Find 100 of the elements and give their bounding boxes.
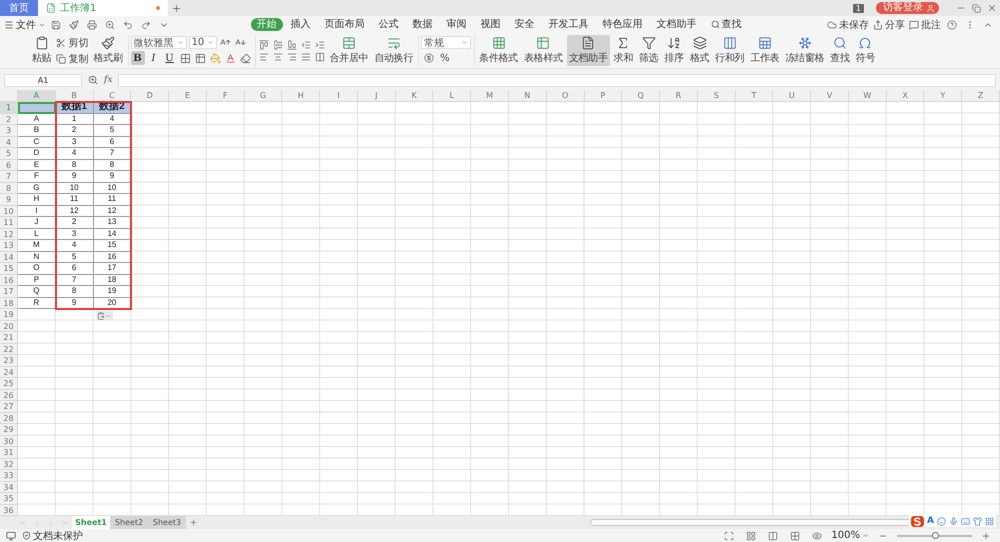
- ribbon-tool-button[interactable]: 行和列: [713, 35, 746, 66]
- document-tab[interactable]: 首页: [0, 0, 38, 16]
- slider-thumb[interactable]: [932, 532, 938, 538]
- sheet-tab[interactable]: Sheet3: [148, 516, 186, 529]
- row-header[interactable]: 28: [0, 412, 18, 424]
- column-header[interactable]: U: [773, 90, 812, 102]
- row-header[interactable]: 20: [0, 320, 18, 332]
- protection-status[interactable]: 文档未保护: [22, 528, 83, 542]
- row-header[interactable]: 12: [0, 228, 18, 240]
- paste-button[interactable]: 粘贴: [30, 35, 54, 66]
- row-header[interactable]: 9: [0, 194, 18, 206]
- row-header[interactable]: 2: [0, 114, 18, 125]
- align-right-button[interactable]: [286, 52, 298, 62]
- ribbon-tool-button[interactable]: 工作表: [748, 35, 782, 66]
- column-header[interactable]: X: [886, 90, 924, 102]
- column-header[interactable]: W: [848, 90, 887, 102]
- row-header[interactable]: 27: [0, 401, 18, 412]
- login-button[interactable]: 访客登录: [876, 2, 939, 14]
- row-header[interactable]: 30: [0, 436, 18, 447]
- outdent-button[interactable]: [300, 40, 312, 50]
- format-painter-button[interactable]: 格式刷: [91, 35, 125, 66]
- row-header[interactable]: 18: [0, 298, 18, 309]
- row-header[interactable]: 21: [0, 332, 18, 344]
- row-header[interactable]: 4: [0, 136, 18, 148]
- zoom-level[interactable]: 100%: [831, 530, 869, 541]
- sheet-tab[interactable]: Sheet1: [72, 516, 110, 529]
- cell-style-button[interactable]: [194, 52, 207, 64]
- row-header[interactable]: 25: [0, 378, 18, 390]
- align-left-button[interactable]: [258, 52, 270, 62]
- cut-button[interactable]: 剪切: [55, 36, 90, 50]
- ribbon-tab[interactable]: 公式: [372, 18, 404, 31]
- toolbar-action[interactable]: 批注: [908, 18, 942, 32]
- row-header[interactable]: 22: [0, 344, 18, 355]
- font-size-field[interactable]: 10: [188, 36, 217, 49]
- column-header[interactable]: Y: [924, 90, 962, 102]
- percent-button[interactable]: %: [439, 51, 451, 65]
- row-header[interactable]: 35: [0, 493, 18, 504]
- file-menu[interactable]: 文件: [4, 18, 46, 32]
- column-header[interactable]: E: [169, 90, 207, 102]
- indent-button[interactable]: [314, 40, 326, 50]
- ribbon-tool-button[interactable]: 筛选: [636, 35, 660, 66]
- column-header[interactable]: N: [508, 90, 547, 102]
- row-header[interactable]: 16: [0, 274, 18, 286]
- toolbar-action[interactable]: 未保存: [826, 18, 870, 32]
- ribbon-tool-button[interactable]: 条件格式: [477, 35, 520, 66]
- ribbon-tool-button[interactable]: 求和: [612, 35, 635, 66]
- ribbon-tool-button[interactable]: 表格样式: [522, 35, 565, 66]
- sheet-tab[interactable]: Sheet2: [110, 516, 148, 529]
- row-header[interactable]: 36: [0, 504, 18, 516]
- row-header[interactable]: 29: [0, 424, 18, 436]
- ribbon-tab[interactable]: 安全: [508, 18, 540, 31]
- font-style-button[interactable]: U: [162, 51, 177, 65]
- ribbon-tab[interactable]: 数据: [406, 18, 438, 31]
- row-header[interactable]: 14: [0, 252, 18, 263]
- ribbon-tab[interactable]: 插入: [284, 18, 316, 31]
- ribbon-tab[interactable]: 视图: [474, 18, 506, 31]
- name-box[interactable]: A1: [4, 74, 82, 86]
- row-header[interactable]: 8: [0, 182, 18, 194]
- ribbon-tool-button[interactable]: 文档助手: [566, 35, 610, 66]
- copy-button[interactable]: 复制: [55, 52, 90, 66]
- row-header[interactable]: 31: [0, 447, 18, 458]
- document-tab[interactable]: 工作簿1: [38, 0, 168, 16]
- row-header[interactable]: 23: [0, 355, 18, 366]
- row-header[interactable]: 5: [0, 148, 18, 160]
- row-header[interactable]: 17: [0, 286, 18, 298]
- column-header[interactable]: F: [206, 90, 245, 102]
- number-format-field[interactable]: 常规: [421, 36, 472, 49]
- font-family-field[interactable]: 微软雅黑: [130, 36, 187, 49]
- ribbon-tab[interactable]: 开发工具: [542, 18, 594, 31]
- column-header[interactable]: Q: [622, 90, 660, 102]
- fill-color-button[interactable]: [208, 52, 222, 64]
- row-header[interactable]: 19: [0, 309, 18, 320]
- ime-mode-label[interactable]: A: [927, 516, 934, 526]
- column-header[interactable]: H: [282, 90, 320, 102]
- ribbon-tool-button[interactable]: 查找: [828, 35, 852, 66]
- row-header[interactable]: 1: [0, 102, 18, 114]
- column-header[interactable]: R: [660, 90, 698, 102]
- column-header[interactable]: V: [811, 90, 849, 102]
- align-top-button[interactable]: [258, 40, 270, 50]
- font-style-button[interactable]: I: [146, 51, 161, 65]
- column-header[interactable]: Z: [962, 90, 1000, 102]
- ribbon-tab[interactable]: 特色应用: [596, 18, 648, 31]
- row-header[interactable]: 32: [0, 458, 18, 470]
- function-label[interactable]: fx: [104, 75, 112, 85]
- justify-button[interactable]: [300, 52, 312, 62]
- ribbon-tab[interactable]: 审阅: [440, 18, 472, 31]
- column-header[interactable]: M: [471, 90, 509, 102]
- font-color-button[interactable]: [224, 52, 237, 64]
- column-header[interactable]: K: [396, 90, 434, 102]
- font-style-button[interactable]: B: [130, 51, 145, 65]
- eraser-button[interactable]: [238, 52, 252, 64]
- row-header[interactable]: 33: [0, 470, 18, 482]
- column-header[interactable]: L: [433, 90, 472, 102]
- column-header[interactable]: G: [244, 90, 282, 102]
- ribbon-tab[interactable]: 开始: [250, 18, 282, 31]
- row-header[interactable]: 7: [0, 171, 18, 182]
- row-header[interactable]: 3: [0, 125, 18, 136]
- column-header[interactable]: T: [736, 90, 774, 102]
- row-header[interactable]: 24: [0, 366, 18, 378]
- row-header[interactable]: 13: [0, 240, 18, 252]
